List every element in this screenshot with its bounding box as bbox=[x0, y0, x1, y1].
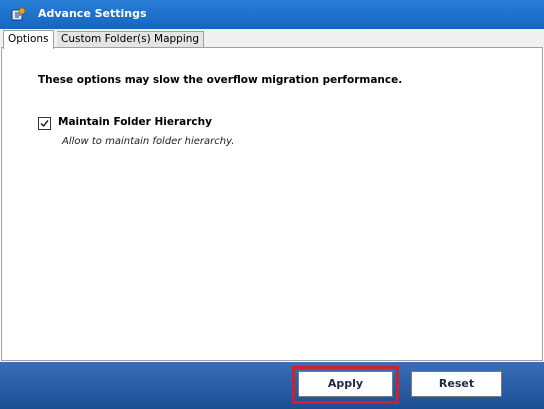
bottom-button-bar: Apply Reset bbox=[0, 362, 544, 409]
performance-warning-text: These options may slow the overflow migr… bbox=[38, 74, 403, 86]
tab-strip: Options Custom Folder(s) Mapping bbox=[0, 29, 544, 49]
title-bar: Advance Settings bbox=[0, 0, 544, 29]
options-tab-page: These options may slow the overflow migr… bbox=[1, 47, 543, 361]
apply-button[interactable]: Apply bbox=[298, 371, 393, 397]
maintain-folder-hierarchy-checkbox[interactable] bbox=[38, 117, 51, 130]
window-title: Advance Settings bbox=[38, 7, 147, 20]
tab-options[interactable]: Options bbox=[3, 30, 54, 49]
app-logo-icon bbox=[10, 7, 26, 23]
tab-custom-folder-mapping[interactable]: Custom Folder(s) Mapping bbox=[57, 31, 205, 48]
advance-settings-window: Advance Settings Options Custom Folder(s… bbox=[0, 0, 544, 409]
maintain-folder-hierarchy-label[interactable]: Maintain Folder Hierarchy bbox=[58, 116, 212, 128]
reset-button[interactable]: Reset bbox=[411, 371, 502, 397]
checkmark-icon bbox=[40, 120, 49, 128]
maintain-folder-hierarchy-description: Allow to maintain folder hierarchy. bbox=[62, 136, 235, 147]
